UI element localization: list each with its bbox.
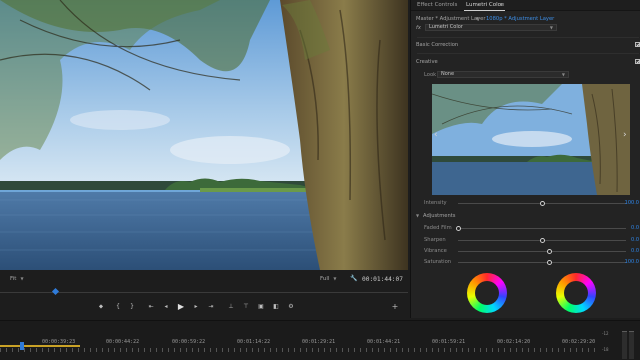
resolution-label: Full (320, 276, 330, 282)
program-monitor: Fit ▼ Full ▼ 🔧 00:01:44:07 ⬥ { } ⇤ ◂ ▶ ▸ ⇥… (0, 0, 408, 320)
chevron-right-icon[interactable]: › (623, 130, 627, 140)
wrench-icon[interactable]: 🔧 (349, 275, 359, 282)
chevron-down-icon: ▼ (561, 72, 565, 77)
adjustment-value[interactable]: 100.0 (625, 259, 639, 265)
sharpen-slider[interactable] (458, 238, 626, 243)
basic-correction-checkbox[interactable] (635, 42, 640, 47)
in-point-icon[interactable]: { (113, 303, 123, 310)
panel-menu-icon[interactable]: ≡ (500, 2, 505, 8)
chevron-down-icon: ▼ (20, 276, 24, 281)
slider-knob[interactable] (456, 226, 461, 231)
scrub-track[interactable] (0, 292, 408, 293)
marker-icon[interactable]: ⬥ (96, 303, 106, 311)
slider-knob[interactable] (546, 260, 552, 265)
lake-scene-image (0, 0, 408, 270)
section-label: Creative (416, 59, 438, 65)
ruler-timecode: 00:02:14:20 (497, 339, 531, 345)
slider-knob[interactable] (540, 238, 545, 243)
divider (417, 37, 639, 38)
shadow-tint-wheel[interactable] (467, 273, 507, 313)
step-back-icon[interactable]: ◂ (161, 303, 171, 310)
transport-controls: ⬥ { } ⇤ ◂ ▶ ▸ ⇥ ⊥ ⊤ ▣ ◧ ⚙ + (0, 301, 408, 315)
playback-resolution-dropdown[interactable]: Full ▼ (320, 276, 336, 282)
creative-checkbox[interactable] (635, 59, 640, 64)
chevron-left-icon[interactable]: ‹ (434, 130, 438, 140)
tab-effect-controls[interactable]: Effect Controls (417, 2, 457, 8)
monitor-playhead[interactable] (51, 287, 60, 296)
ruler-timecode: 00:01:44:21 (367, 339, 401, 345)
sequence-clip-label[interactable]: 1080p * Adjustment Layer (486, 16, 554, 22)
ruler-timecode: 00:01:59:21 (432, 339, 466, 345)
effect-select-value: Lumetri Color (429, 24, 463, 30)
intensity-label: Intensity (424, 200, 447, 206)
export-frame-icon[interactable]: ▣ (256, 303, 266, 310)
adjustment-value[interactable]: 0.0 (631, 225, 639, 231)
ruler-timecode: 00:02:29:20 (562, 339, 596, 345)
slider-knob[interactable] (540, 201, 545, 206)
time-ruler[interactable] (0, 348, 600, 352)
monitor-scrubber[interactable] (0, 287, 408, 300)
timeline: 00:00:39:23 00:00:44:22 00:00:59:22 00:0… (0, 320, 640, 360)
fit-dropdown-label: Fit (10, 276, 17, 282)
meter-left-channel (622, 331, 627, 359)
comparison-view-icon[interactable]: ◧ (271, 303, 281, 310)
intensity-value[interactable]: 100.0 (625, 200, 639, 206)
panel-tab-bar: Effect Controls Lumetri Color ≡ (411, 0, 640, 11)
slider-knob[interactable] (546, 249, 552, 254)
effect-select[interactable]: Lumetri Color ▼ (425, 24, 557, 31)
ruler-timecode: 00:00:59:22 (172, 339, 206, 345)
meter-label: -12 (602, 331, 609, 336)
section-label: Basic Correction (416, 42, 459, 48)
adjustment-value[interactable]: 0.0 (631, 237, 639, 243)
highlight-tint-wheel[interactable] (556, 273, 596, 313)
timeline-playhead[interactable] (20, 342, 24, 350)
settings-icon[interactable]: ⚙ (286, 303, 296, 310)
audio-meters: -12 -18 (602, 323, 638, 359)
ruler-timecode: 00:00:44:22 (106, 339, 140, 345)
chevron-down-icon[interactable]: ▼ (476, 16, 479, 21)
look-select[interactable]: None ▼ (437, 71, 569, 78)
fx-badge[interactable]: fx (416, 25, 421, 31)
go-to-out-icon[interactable]: ⇥ (206, 303, 216, 310)
look-label: Look (424, 72, 437, 78)
look-select-value: None (441, 71, 455, 77)
add-button-icon[interactable]: + (390, 302, 400, 311)
divider (417, 53, 639, 54)
fit-dropdown[interactable]: Fit ▼ (10, 276, 24, 282)
lift-icon[interactable]: ⊥ (226, 303, 236, 310)
adjustment-label: Saturation (424, 259, 452, 265)
go-to-in-icon[interactable]: ⇤ (146, 303, 156, 310)
adjustment-label: Sharpen (424, 237, 446, 243)
vibrance-slider[interactable] (458, 249, 626, 254)
adjustment-value[interactable]: 0.0 (631, 248, 639, 254)
chevron-down-icon: ▼ (416, 213, 420, 218)
work-area-bar[interactable] (0, 345, 80, 347)
playhead-timecode[interactable]: 00:01:44:07 (362, 276, 403, 283)
intensity-slider[interactable] (458, 201, 626, 206)
extract-icon[interactable]: ⊤ (241, 303, 251, 310)
tab-lumetri-color[interactable]: Lumetri Color (463, 2, 506, 11)
adjustment-label: Faded Film (424, 225, 452, 231)
ruler-timecode: 00:01:14:22 (237, 339, 271, 345)
meter-label: -18 (602, 347, 609, 352)
chevron-down-icon: ▼ (333, 276, 337, 281)
adjustments-label: Adjustments (423, 213, 456, 219)
look-preview-thumbnail[interactable] (432, 84, 630, 195)
ruler-timecode: 00:00:39:23 (42, 339, 76, 345)
step-forward-icon[interactable]: ▸ (191, 303, 201, 310)
program-video-frame[interactable] (0, 0, 408, 270)
adjustment-label: Vibrance (424, 248, 447, 254)
chevron-down-icon: ▼ (549, 25, 553, 30)
play-icon[interactable]: ▶ (176, 302, 186, 311)
meter-right-channel (629, 331, 634, 359)
out-point-icon[interactable]: } (127, 303, 137, 310)
saturation-slider[interactable] (458, 260, 626, 265)
monitor-settings-bar: Fit ▼ Full ▼ 🔧 00:01:44:07 (0, 274, 408, 286)
look-preview-image (432, 84, 630, 195)
faded-film-slider[interactable] (456, 226, 626, 231)
ruler-timecode: 00:01:29:21 (302, 339, 336, 345)
